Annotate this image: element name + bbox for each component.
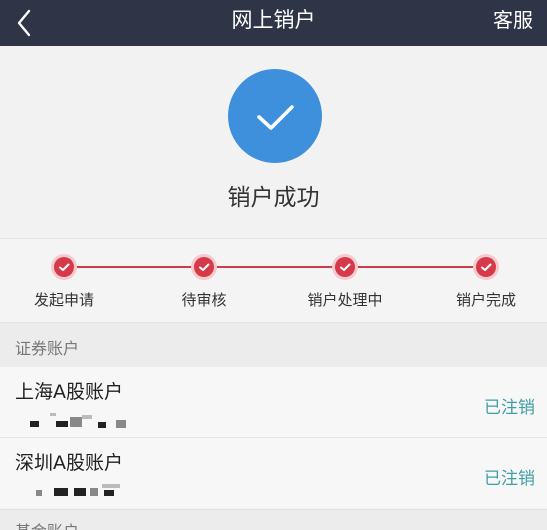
step-label: 销户处理中 xyxy=(307,291,383,309)
masked-account-number xyxy=(28,413,148,429)
securities-section-header: 证券账户 xyxy=(0,322,547,367)
step-marker xyxy=(476,257,496,277)
step-marker xyxy=(54,257,74,277)
step-label: 待审核 xyxy=(181,291,227,309)
section-title: 证券账户 xyxy=(15,339,80,358)
account-name: 深圳A股账户 xyxy=(15,452,123,474)
progress-steps: 发起申请 待审核 销户处理中 销户完成 xyxy=(0,238,547,323)
check-icon xyxy=(340,263,351,271)
account-name: 上海A股账户 xyxy=(15,381,123,403)
customer-service-button[interactable]: 客服 xyxy=(493,0,533,46)
page-title: 网上销户 xyxy=(231,8,316,32)
check-icon xyxy=(481,263,492,271)
masked-account-number xyxy=(28,484,148,500)
check-icon xyxy=(59,263,70,271)
check-icon xyxy=(199,263,210,271)
fund-section-header: 基金账户 xyxy=(0,509,547,530)
result-panel: 销户成功 xyxy=(0,46,547,238)
checkmark-icon xyxy=(257,105,294,130)
step-label: 发起申请 xyxy=(33,291,95,309)
step-marker xyxy=(335,257,355,277)
step-marker xyxy=(194,257,214,277)
section-title: 基金账户 xyxy=(15,518,79,530)
success-badge xyxy=(228,69,322,163)
account-row[interactable]: 上海A股账户 已注销 xyxy=(0,367,547,438)
navbar: 网上销户 客服 xyxy=(0,0,547,46)
progress-line xyxy=(64,266,486,268)
account-status: 已注销 xyxy=(484,469,535,489)
chevron-left-icon xyxy=(17,9,31,37)
account-row[interactable]: 深圳A股账户 已注销 xyxy=(0,438,547,508)
account-status: 已注销 xyxy=(484,398,535,418)
back-button[interactable] xyxy=(10,5,44,41)
result-message: 销户成功 xyxy=(227,185,320,211)
step-label: 销户完成 xyxy=(455,291,517,309)
